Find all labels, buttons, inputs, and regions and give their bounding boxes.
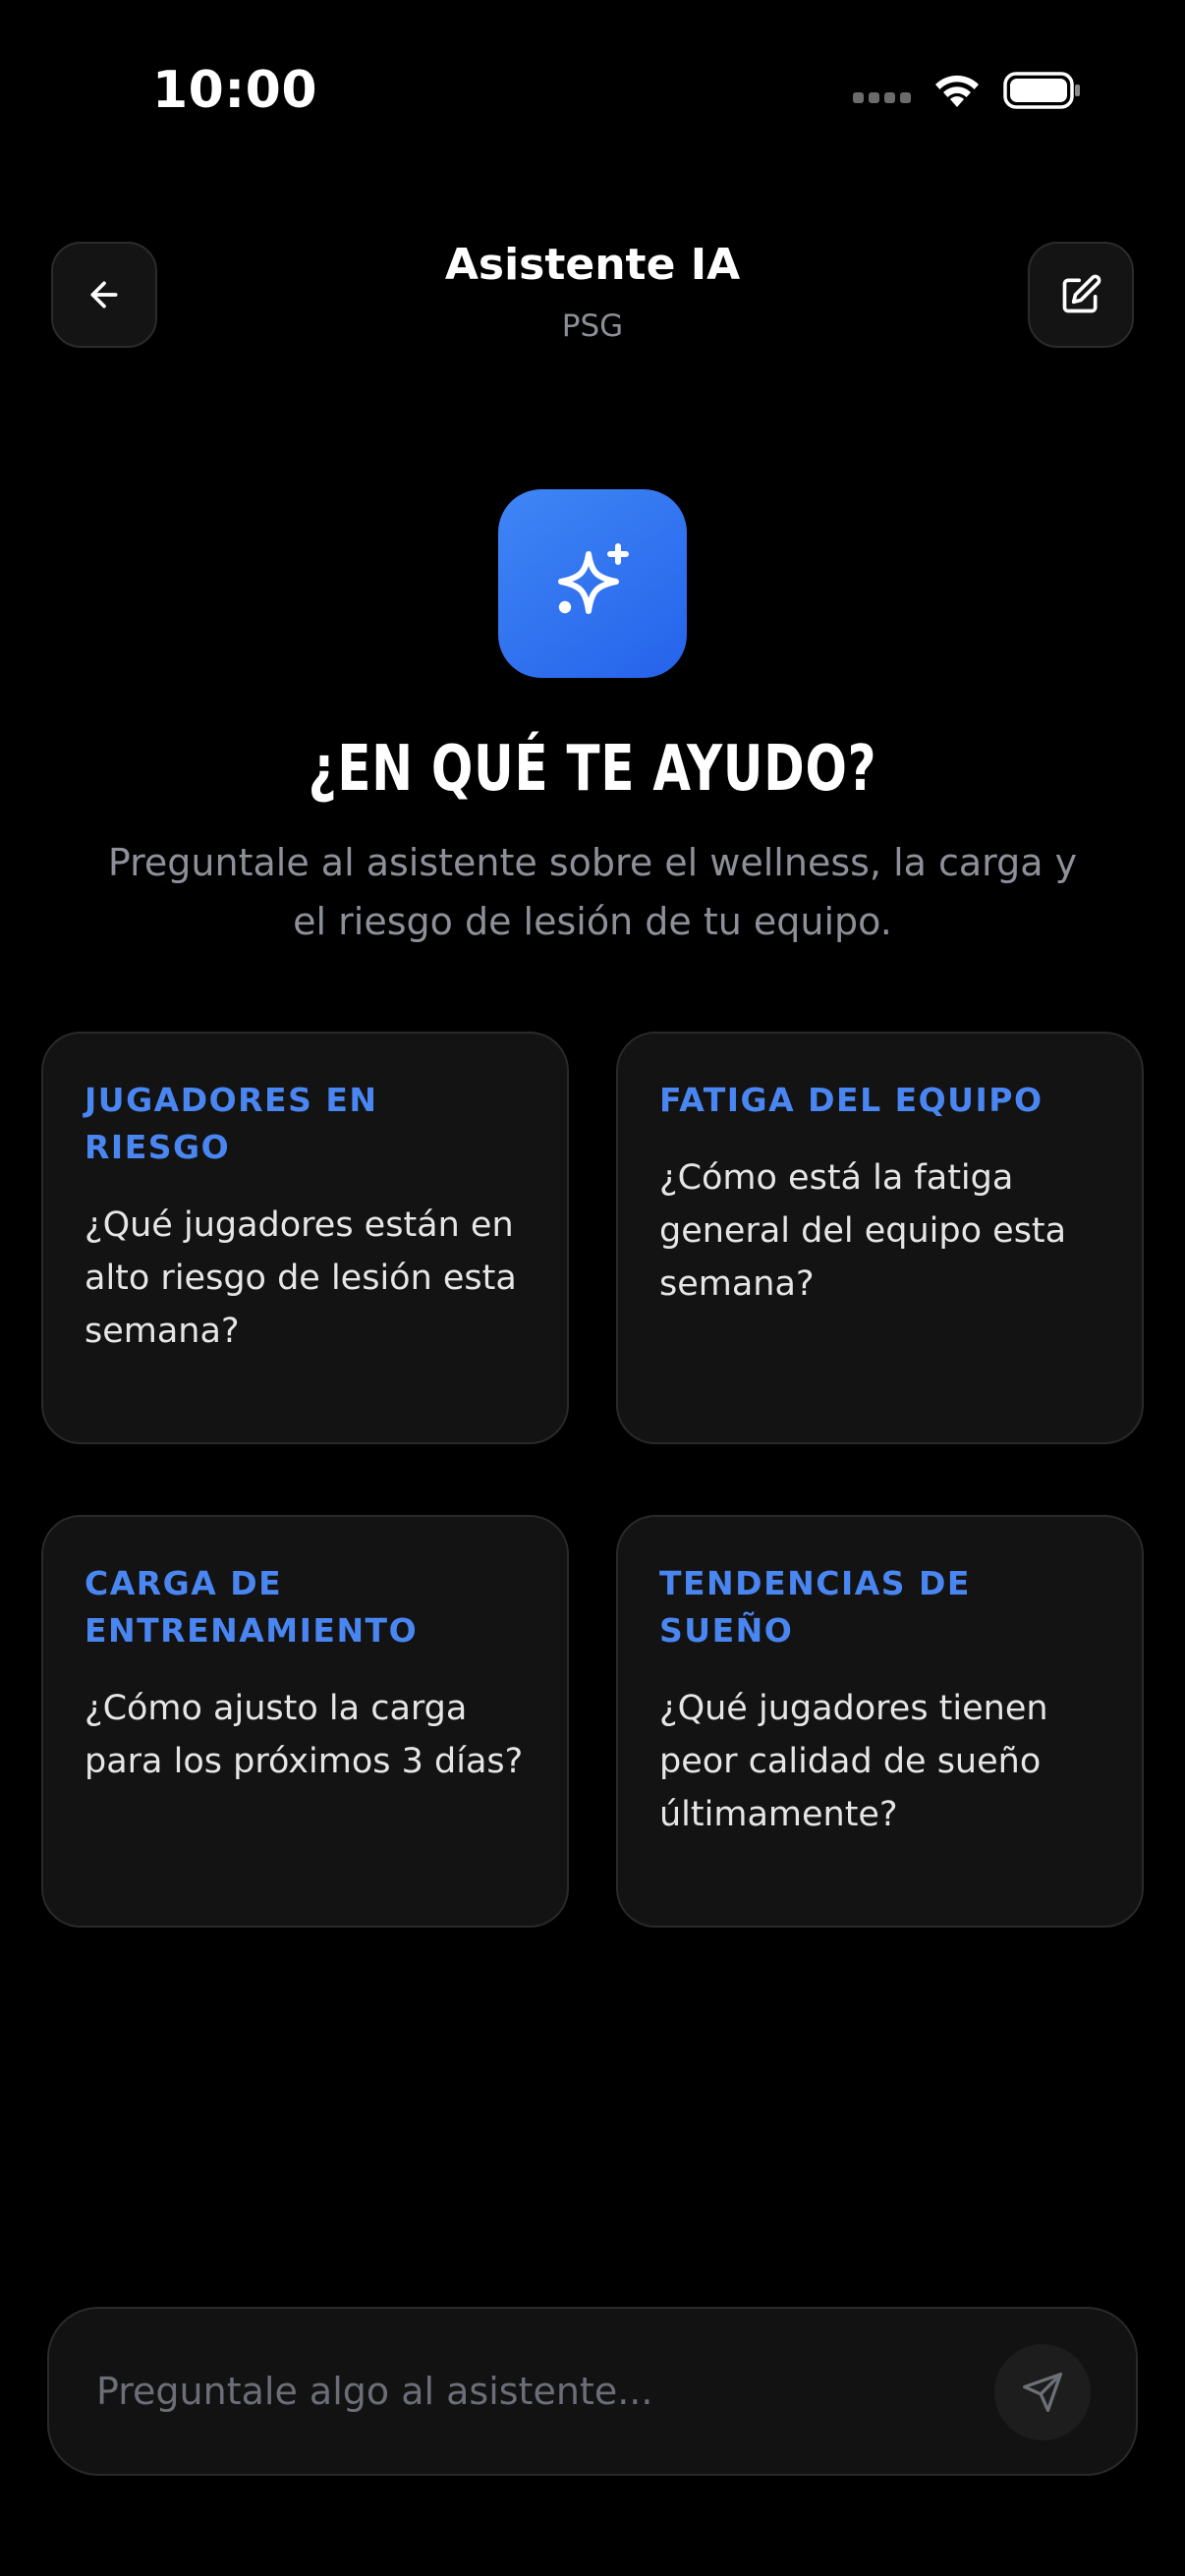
card-text: ¿Qué jugadores están en alto riesgo de l… [85, 1205, 517, 1351]
chat-input-bar [47, 2307, 1138, 2476]
card-label: CARGA DE ENTRENAMIENTO [85, 1564, 419, 1650]
signal-icon [853, 91, 911, 103]
card-label: JUGADORES EN RIESGO [85, 1081, 378, 1166]
suggestion-card-sleep-trends[interactable]: TENDENCIAS DE SUEÑO ¿Qué jugadores tiene… [616, 1515, 1144, 1928]
suggestion-card-at-risk-players[interactable]: JUGADORES EN RIESGO ¿Qué jugadores están… [41, 1032, 569, 1444]
assistant-screen: 10:00 Asistente IA PSG ¿EN QUÉ TE AYUDO?… [0, 0, 1185, 2576]
send-icon [1023, 2373, 1062, 2412]
suggestion-card-training-load[interactable]: CARGA DE ENTRENAMIENTO ¿Cómo ajusto la c… [41, 1515, 569, 1928]
status-icons [853, 71, 1082, 110]
assistant-logo [498, 489, 687, 678]
battery-icon [1003, 72, 1080, 109]
status-time: 10:00 [152, 61, 318, 120]
card-text: ¿Qué jugadores tienen peor calidad de su… [659, 1689, 1048, 1834]
team-subtitle: PSG [561, 308, 624, 344]
card-text: ¿Cómo ajusto la carga para los próximos … [85, 1689, 524, 1781]
send-button[interactable] [994, 2344, 1091, 2440]
edit-icon [1062, 274, 1101, 313]
page-title: Asistente IA [444, 240, 741, 290]
card-text: ¿Cómo está la fatiga general del equipo … [659, 1158, 1067, 1304]
hero-description: Preguntale al asistente sobre el wellnes… [107, 841, 1078, 943]
sparkles-icon [558, 543, 629, 614]
wifi-icon [935, 75, 979, 107]
hero-title: ¿EN QUÉ TE AYUDO? [308, 733, 877, 806]
chat-input[interactable] [96, 2309, 981, 2474]
new-chat-button[interactable] [1028, 242, 1134, 348]
suggestion-card-team-fatigue[interactable]: FATIGA DEL EQUIPO ¿Cómo está la fatiga g… [616, 1032, 1144, 1444]
card-label: FATIGA DEL EQUIPO [659, 1081, 1044, 1119]
card-label: TENDENCIAS DE SUEÑO [659, 1564, 971, 1650]
